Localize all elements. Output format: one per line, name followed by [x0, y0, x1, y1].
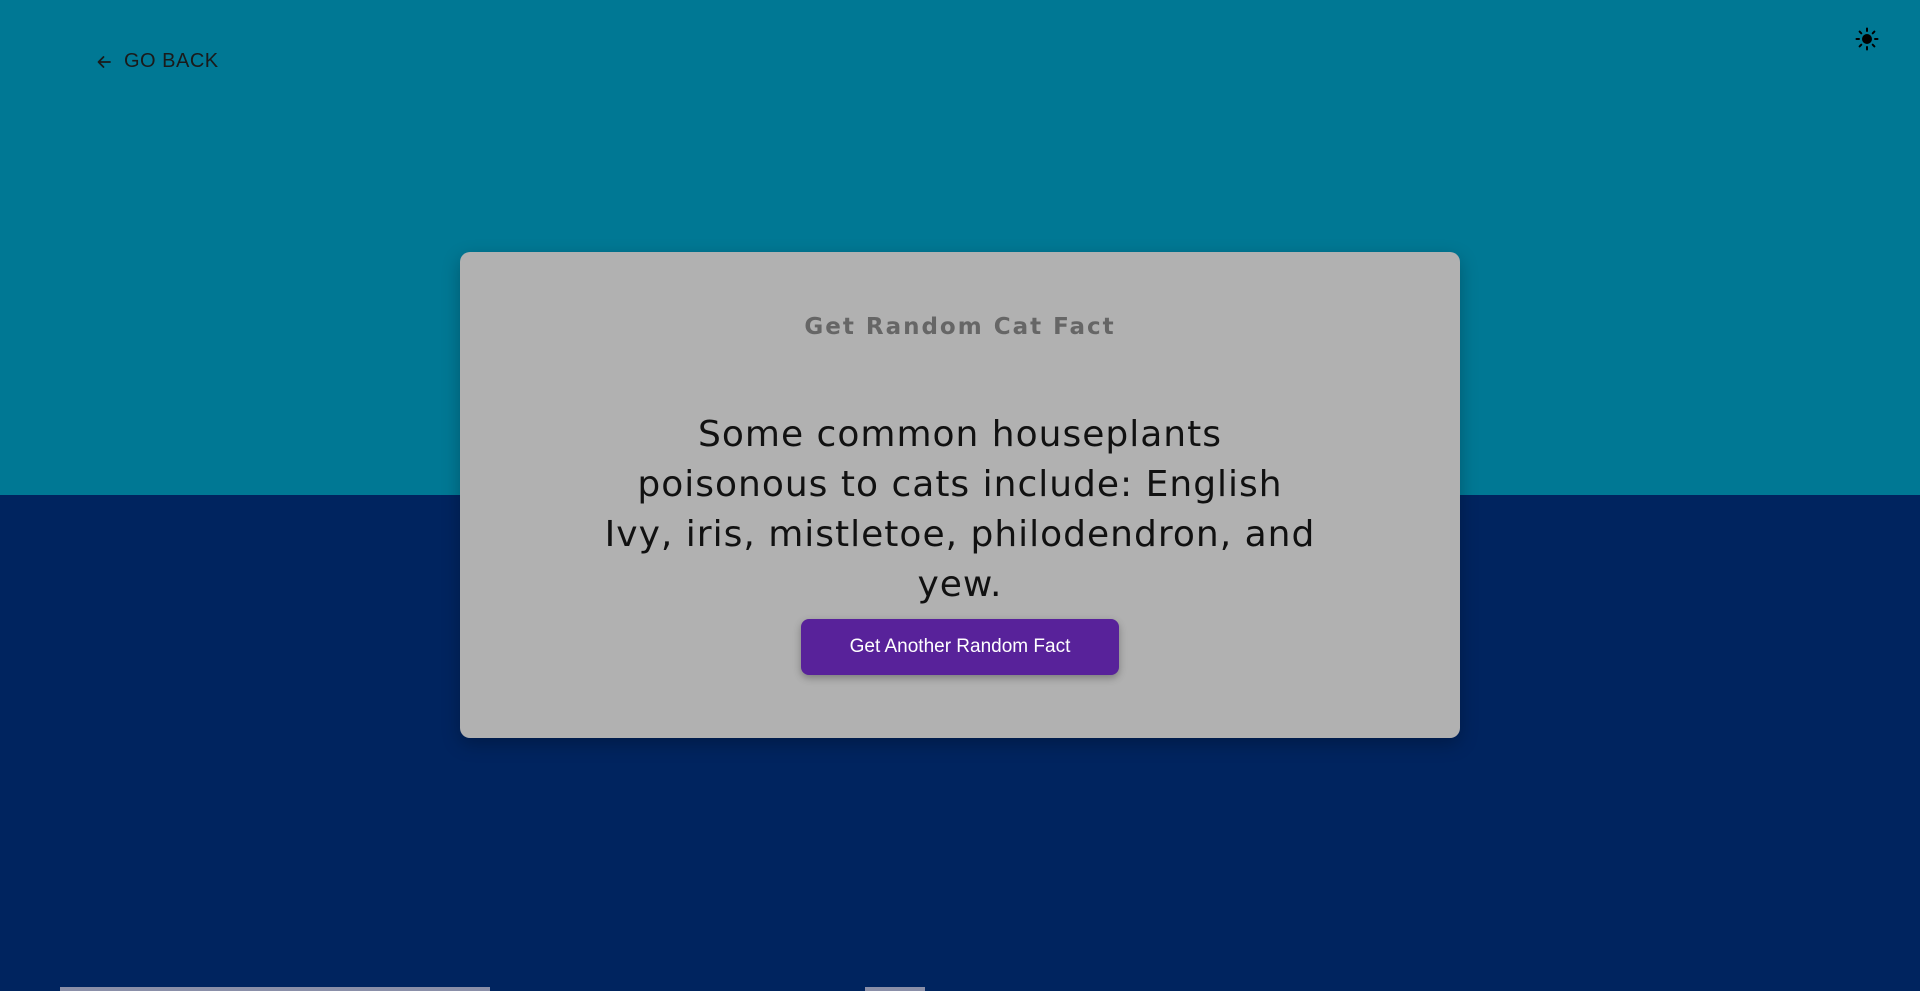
- horizontal-scrollbar-thumb-secondary[interactable]: [865, 987, 925, 991]
- sun-icon: [1855, 27, 1879, 55]
- cat-fact-text: Some common houseplants poisonous to cat…: [604, 414, 1316, 605]
- go-back-label: GO BACK: [124, 50, 219, 72]
- page: GO BACK Get Random Cat Fact Some common …: [0, 0, 1920, 991]
- get-another-fact-button[interactable]: Get Another Random Fact: [801, 619, 1119, 675]
- go-back-link[interactable]: GO BACK: [96, 50, 219, 73]
- theme-toggle-button[interactable]: [1855, 27, 1879, 51]
- card-title: Get Random Cat Fact: [804, 314, 1116, 340]
- horizontal-scrollbar-thumb[interactable]: [60, 987, 490, 991]
- arrow-left-icon: [96, 54, 112, 70]
